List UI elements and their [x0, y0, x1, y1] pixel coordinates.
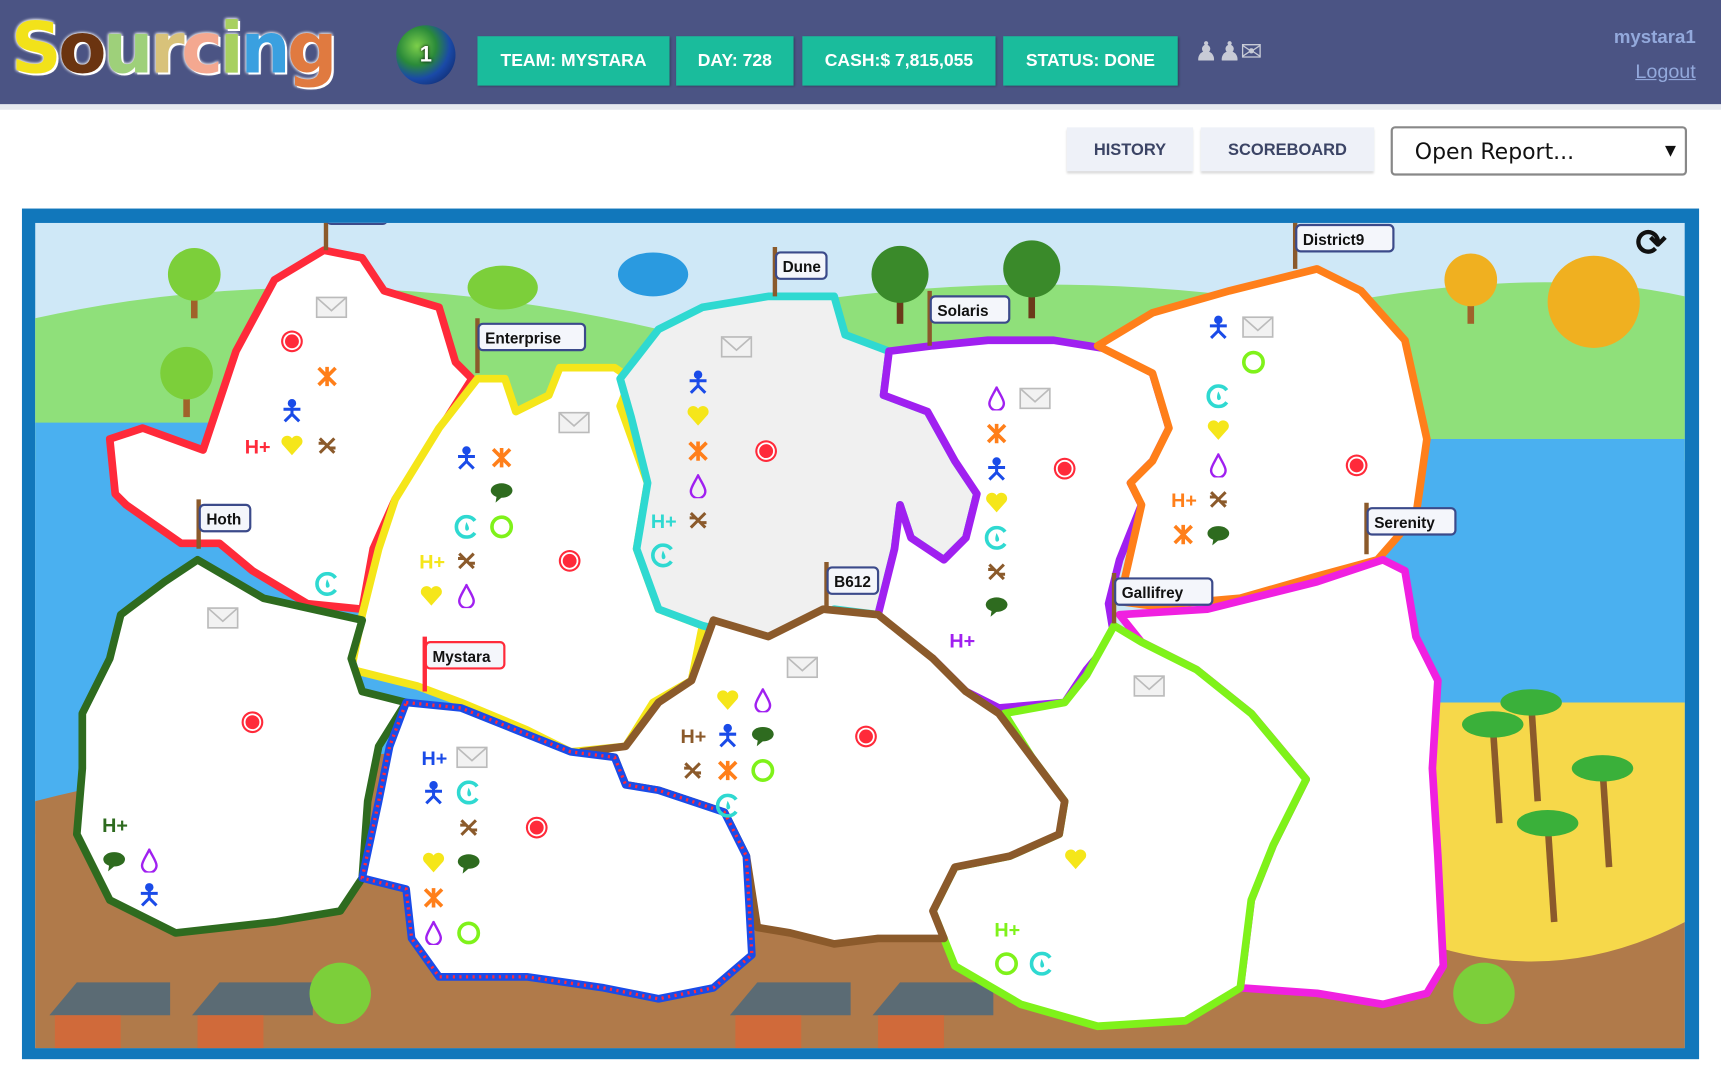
- globe-badge: 1: [419, 42, 432, 67]
- globe-icon[interactable]: 1: [396, 25, 456, 85]
- cash-badge: CASH:$ 7,815,055: [802, 36, 996, 86]
- envelope-icon[interactable]: [456, 746, 488, 769]
- envelope-icon[interactable]: [558, 411, 590, 434]
- flag-label: Gallifrey: [1122, 585, 1184, 602]
- house-icon: [197, 1015, 264, 1049]
- house-icon: [878, 1015, 944, 1049]
- target-icon[interactable]: [557, 549, 582, 573]
- target-icon[interactable]: [1052, 456, 1077, 481]
- territory-hoth[interactable]: [72, 555, 410, 937]
- tree-icon: [309, 962, 371, 1025]
- house-icon: [54, 1015, 121, 1049]
- health-plus-icon[interactable]: H+: [994, 919, 1020, 941]
- territory-map[interactable]: H+H+H+H+H+H+H+H+H+ DessaEnterpriseDuneSo…: [35, 222, 1685, 1049]
- messages-envelope-icon[interactable]: ✉: [1240, 36, 1262, 68]
- palm-tree-icon: [1500, 689, 1562, 716]
- team-badge: TEAM: MYSTARA: [477, 36, 670, 86]
- envelope-icon[interactable]: [1242, 316, 1274, 338]
- logout-link[interactable]: Logout: [1635, 60, 1695, 83]
- flag-label: Solaris: [937, 303, 988, 320]
- team-members-icon[interactable]: ♟♟: [1194, 36, 1241, 68]
- tree-icon: [1444, 253, 1498, 307]
- flag-label: Serenity: [1374, 515, 1435, 532]
- health-plus-icon[interactable]: H+: [245, 436, 271, 458]
- health-plus-icon[interactable]: H+: [949, 631, 975, 653]
- flag-label: Mystara: [432, 649, 491, 666]
- flag-label: Dune: [783, 259, 822, 276]
- palm-tree-icon: [1462, 711, 1524, 738]
- envelope-icon[interactable]: [720, 336, 753, 358]
- logo: Sourcing: [10, 8, 337, 91]
- target-icon[interactable]: [280, 329, 304, 354]
- history-button[interactable]: HISTORY: [1066, 127, 1194, 172]
- envelope-icon[interactable]: [786, 656, 818, 679]
- flag-label: B612: [834, 574, 871, 591]
- status-badge: STATUS: DONE: [1003, 36, 1178, 86]
- tree-icon: [1453, 962, 1515, 1025]
- health-plus-icon[interactable]: H+: [681, 726, 707, 748]
- target-icon[interactable]: [754, 439, 778, 463]
- flag-label-box: [327, 222, 387, 226]
- health-plus-icon[interactable]: H+: [419, 552, 445, 574]
- chevron-down-icon: ▼: [1665, 142, 1677, 160]
- health-plus-icon[interactable]: H+: [421, 748, 447, 770]
- target-icon[interactable]: [854, 724, 878, 749]
- tree-icon: [1003, 240, 1061, 298]
- select-value: Open Report...: [1414, 137, 1575, 165]
- health-plus-icon[interactable]: H+: [102, 815, 128, 837]
- envelope-icon[interactable]: [207, 607, 239, 629]
- health-plus-icon[interactable]: H+: [1171, 490, 1197, 512]
- tree-icon: [871, 245, 929, 303]
- tree-icon: [1547, 255, 1640, 348]
- app: Sourcing 1 TEAM: MYSTARA DAY: 728 CASH:$…: [0, 0, 1721, 1070]
- bird-icon: [617, 252, 689, 297]
- refresh-icon[interactable]: ⟳: [1635, 222, 1666, 266]
- palm-tree-icon: [1571, 755, 1634, 782]
- scoreboard-button[interactable]: SCOREBOARD: [1200, 127, 1375, 172]
- palm-tree-icon: [1516, 810, 1579, 837]
- target-icon[interactable]: [524, 815, 549, 840]
- day-badge: DAY: 728: [676, 36, 794, 86]
- flag-label: District9: [1303, 232, 1364, 249]
- target-icon[interactable]: [240, 710, 265, 734]
- flag-label: Hoth: [206, 512, 241, 529]
- envelope-icon[interactable]: [315, 296, 348, 319]
- house-icon: [735, 1015, 802, 1049]
- target-icon[interactable]: [1344, 453, 1369, 478]
- top-bar: Sourcing 1 TEAM: MYSTARA DAY: 728 CASH:$…: [0, 0, 1721, 105]
- header-divider: [0, 104, 1721, 110]
- envelope-icon[interactable]: [1019, 387, 1051, 410]
- open-report-select[interactable]: Open Report... ▼: [1390, 126, 1688, 176]
- envelope-icon[interactable]: [1133, 675, 1165, 697]
- username: mystara1: [1613, 26, 1696, 48]
- tree-icon: [167, 248, 221, 301]
- bird-icon: [467, 265, 538, 310]
- tree-icon: [160, 346, 213, 400]
- flag-label: Enterprise: [485, 331, 561, 348]
- health-plus-icon[interactable]: H+: [651, 511, 677, 533]
